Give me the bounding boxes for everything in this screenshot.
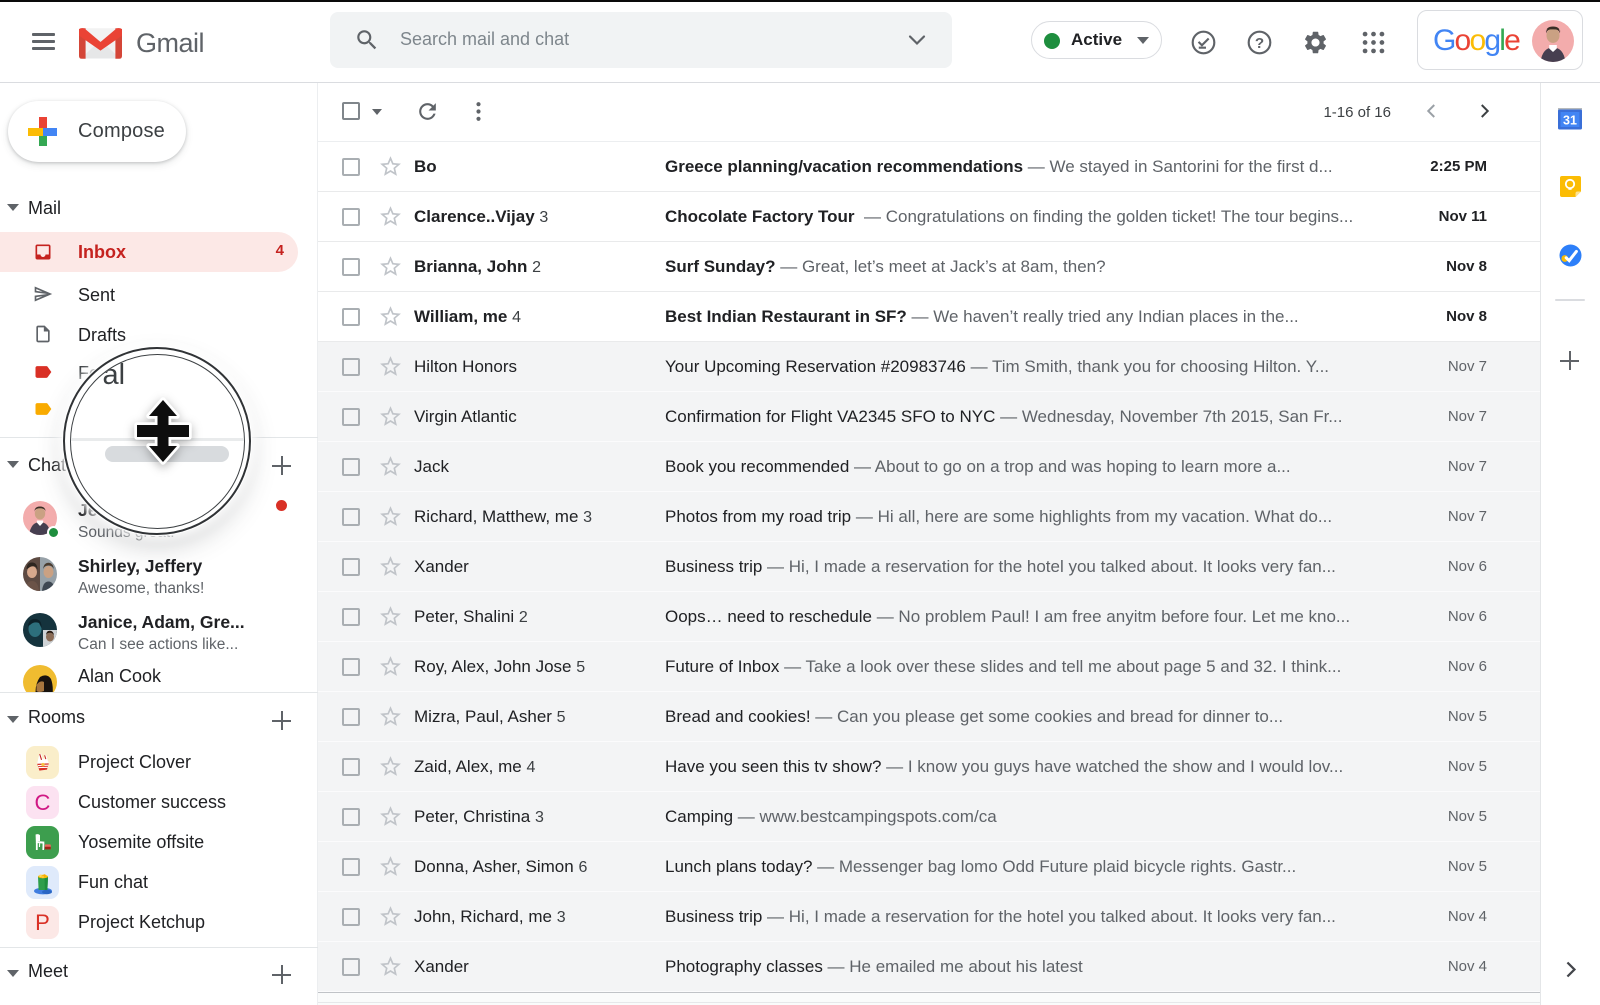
svg-text:31: 31 bbox=[1563, 114, 1577, 128]
svg-text:?: ? bbox=[1255, 35, 1264, 52]
